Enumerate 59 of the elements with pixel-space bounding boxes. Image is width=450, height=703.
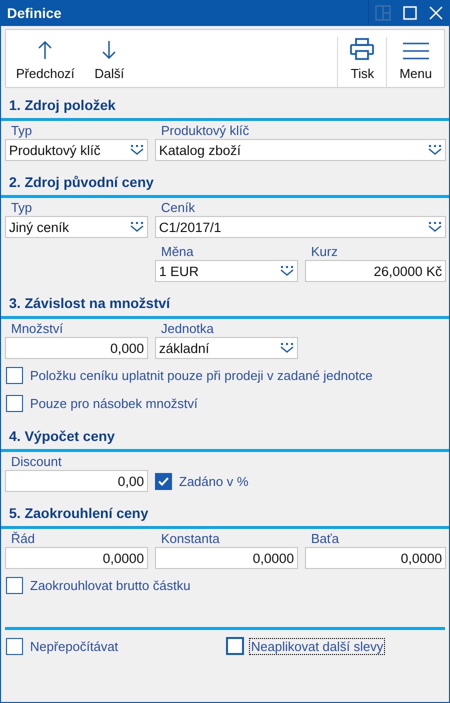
section-heading: 3. Závislost na množství (1, 294, 449, 319)
checkbox-label: Zadáno v % (178, 474, 250, 488)
toolbar-button[interactable]: Menu (386, 37, 444, 87)
toolbar-button[interactable]: Tisk (337, 37, 386, 87)
input-field[interactable]: 0,0000 (5, 547, 148, 569)
field-label: Měna (160, 244, 194, 260)
field-label: Typ (10, 123, 32, 139)
maximize-icon[interactable] (403, 6, 417, 20)
dropdown-caret-icon (428, 145, 442, 155)
window-title: Definice (7, 5, 62, 21)
dropdown-caret-icon (280, 266, 294, 276)
checkbox[interactable] (226, 637, 244, 655)
checkbox[interactable] (6, 394, 23, 412)
checkbox-label: Pouze pro násobek množství (29, 396, 199, 410)
input-field[interactable]: 0,00 (5, 470, 148, 492)
checkbox-label: Položku ceníku uplatnit pouze při prodeji v zadané jednotce (29, 368, 374, 382)
toolbar-button[interactable]: Předchozí (6, 30, 85, 87)
menu-icon[interactable] (402, 42, 429, 60)
dropdown-caret-icon (280, 343, 294, 353)
dropdown-field[interactable]: základní (155, 337, 298, 359)
dropdown-caret-icon (428, 222, 442, 232)
field-label: Kurz (310, 244, 338, 260)
dropdown-field[interactable]: 1 EUR (155, 260, 298, 282)
field-label: Řád (10, 531, 35, 547)
field-label: Jednotka (160, 321, 214, 337)
input-field[interactable]: 0,0000 (155, 547, 298, 569)
section-heading: 4. Výpočet ceny (1, 427, 449, 452)
input-field[interactable]: 26,0000 Kč (305, 260, 446, 282)
checkbox-label: Nepřepočítávat (29, 638, 120, 654)
checkbox-label: Neaplikovat další slevy (250, 638, 384, 654)
up-arrow-icon (38, 40, 52, 60)
field-label: Discount (10, 454, 62, 470)
checkbox[interactable] (6, 366, 23, 384)
dropdown-caret-icon (130, 222, 144, 232)
down-arrow-icon (102, 40, 116, 60)
field-label: Baťa (310, 531, 340, 547)
checkbox-label: Zaokrouhlovat brutto částku (29, 578, 192, 592)
dropdown-field[interactable]: C1/2017/1 (155, 216, 446, 238)
checkbox[interactable] (6, 638, 23, 654)
field-label: Produktový klíč (160, 123, 250, 139)
section-heading: 5. Zaokrouhlení ceny (1, 504, 449, 529)
printer-icon (350, 38, 374, 60)
dropdown-field[interactable]: Katalog zboží (155, 139, 446, 161)
checkbox[interactable] (155, 472, 172, 490)
close-icon[interactable] (429, 6, 443, 20)
field-label: Množství (10, 321, 64, 337)
dropdown-field[interactable]: Produktový klíč (5, 139, 148, 161)
field-label: Typ (10, 200, 32, 216)
section-heading: 2. Zdroj původní ceny (1, 173, 449, 198)
dropdown-caret-icon (130, 145, 144, 155)
toolbar-button[interactable]: Další (84, 30, 134, 87)
checkbox[interactable] (6, 576, 23, 594)
dropdown-field[interactable]: Jiný ceník (5, 216, 148, 238)
input-field[interactable]: 0,000 (5, 337, 148, 359)
field-label: Konstanta (160, 531, 220, 547)
section-heading: 1. Zdroj položek (1, 96, 449, 121)
check-icon (158, 476, 169, 486)
input-field[interactable]: 0,0000 (305, 547, 446, 569)
field-label: Ceník (160, 200, 195, 216)
